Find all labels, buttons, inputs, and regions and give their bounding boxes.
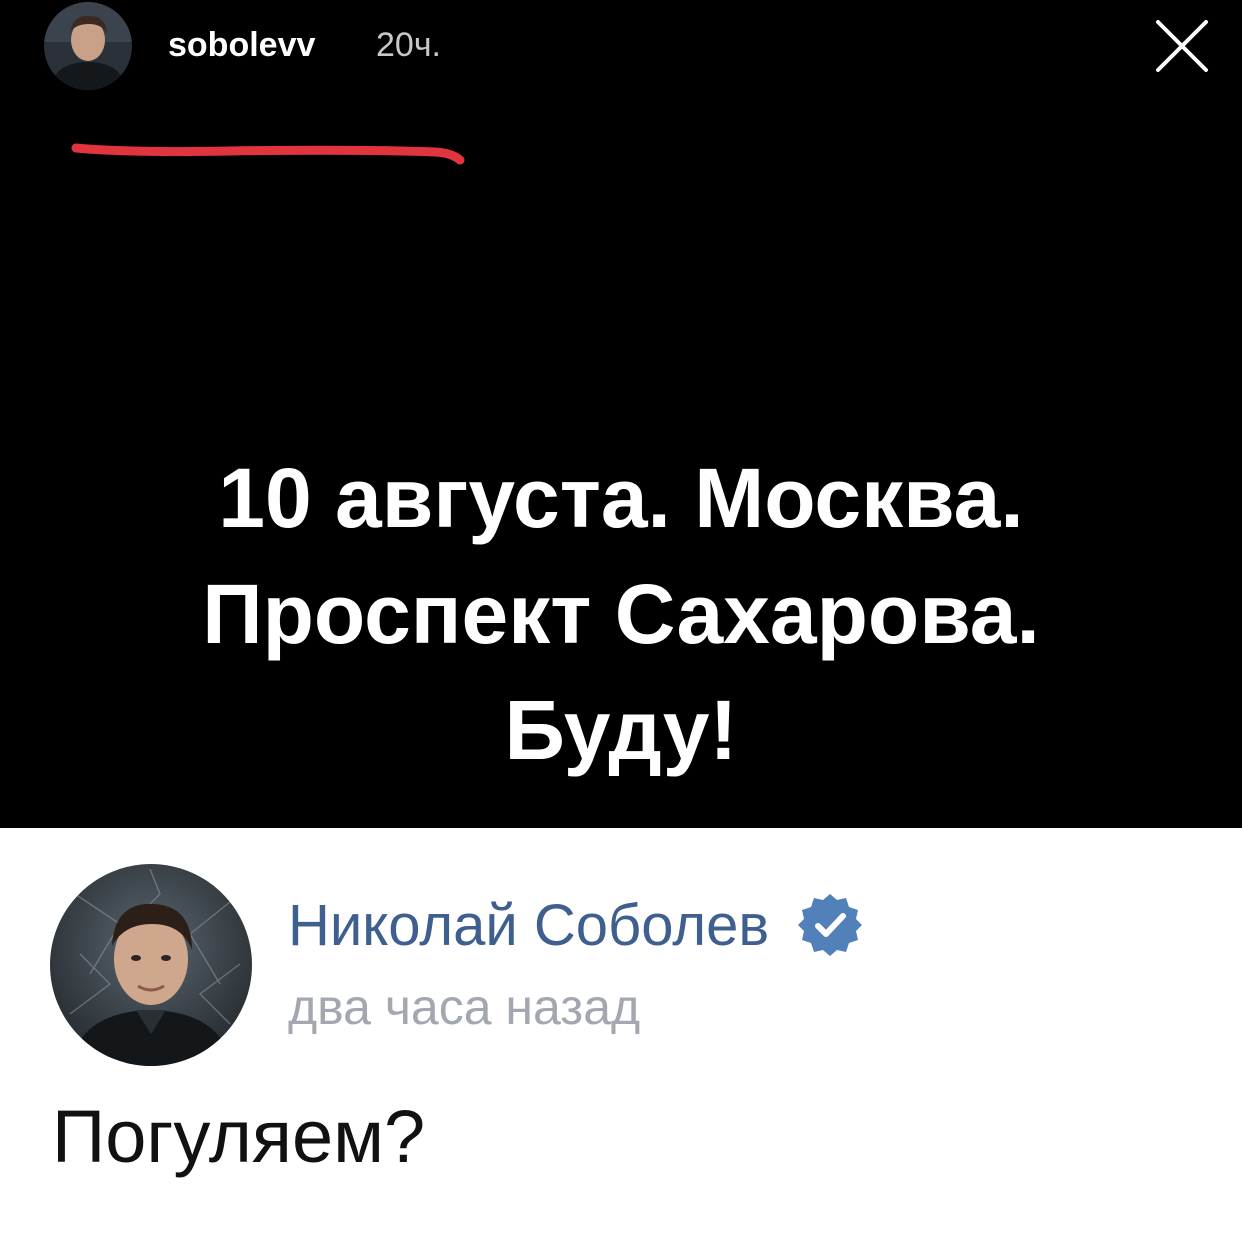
story-avatar[interactable] bbox=[44, 2, 132, 90]
comment-author-avatar[interactable] bbox=[50, 864, 252, 1066]
story-caption: 10 августа. Москва. Проспект Сахарова. Б… bbox=[0, 440, 1242, 788]
red-underline-mark bbox=[70, 138, 470, 173]
story-view: sobolevv 20ч. 10 августа. Москва. Проспе… bbox=[0, 0, 1242, 828]
story-username[interactable]: sobolevv bbox=[168, 20, 315, 70]
story-caption-line: 10 августа. Москва. bbox=[218, 451, 1024, 545]
avatar-image bbox=[44, 2, 132, 90]
comment-card: Николай Соболев два часа назад Погуляем? bbox=[0, 828, 1242, 1242]
avatar-image bbox=[50, 864, 252, 1066]
story-caption-line: Буду! bbox=[504, 683, 738, 777]
comment-timestamp: два часа назад bbox=[288, 979, 641, 1035]
comment-author-link[interactable]: Николай Соболев bbox=[288, 890, 863, 960]
close-icon[interactable] bbox=[1150, 14, 1214, 78]
verified-badge-icon bbox=[798, 894, 863, 956]
comment-text: Погуляем? bbox=[52, 1095, 426, 1178]
story-timestamp: 20ч. bbox=[376, 26, 441, 64]
story-caption-line: Проспект Сахарова. bbox=[202, 567, 1040, 661]
comment-author-name[interactable]: Николай Соболев bbox=[288, 892, 769, 959]
screenshot: sobolevv 20ч. 10 августа. Москва. Проспе… bbox=[0, 0, 1242, 1242]
